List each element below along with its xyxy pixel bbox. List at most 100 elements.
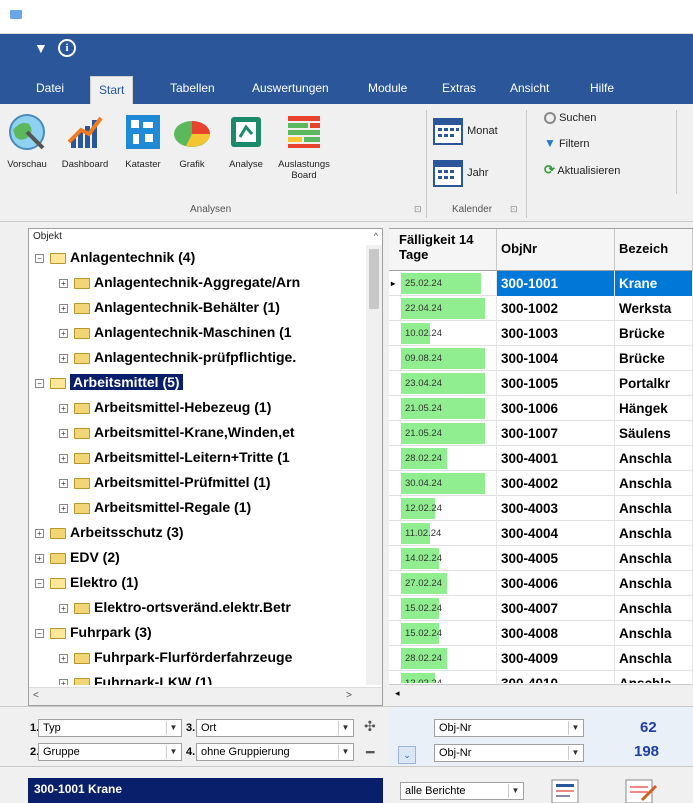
table-row[interactable]: ▸ 25.02.24 300-1001 Krane (389, 271, 693, 296)
remove-grouping-icon[interactable]: ━ (366, 744, 374, 761)
bezeichnung-cell[interactable]: Säulens (615, 421, 693, 446)
kataster-button[interactable]: Kataster (118, 112, 168, 170)
bezeichnung-cell[interactable]: Hängek (615, 396, 693, 421)
bezeichnung-cell[interactable]: Anschla (615, 596, 693, 621)
bezeichnung-cell[interactable]: Brücke (615, 321, 693, 346)
objnr-cell[interactable]: 300-4001 (497, 446, 615, 471)
collapse-icon[interactable]: − (35, 628, 44, 638)
bezeichnung-cell[interactable]: Anschla (615, 571, 693, 596)
tree-horizontal-scrollbar[interactable]: < > (29, 687, 382, 705)
bezeichnung-cell[interactable]: Brücke (615, 346, 693, 371)
objnr-cell[interactable]: 300-1003 (497, 321, 615, 346)
reports-select[interactable]: alle Berichte ▼ (400, 782, 524, 800)
table-row[interactable]: 21.05.24 300-1006 Hängek (389, 396, 693, 421)
info-icon[interactable]: i (58, 39, 76, 57)
tree-item[interactable]: − Fuhrpark (3) (29, 620, 152, 645)
objnr-cell[interactable]: 300-4009 (497, 646, 615, 671)
tab-ansicht[interactable]: Ansicht (502, 76, 557, 100)
group-1-select[interactable]: Typ ▼ (38, 719, 182, 737)
bezeichnung-cell[interactable]: Werksta (615, 296, 693, 321)
tab-extras[interactable]: Extras (434, 76, 484, 100)
table-row[interactable]: 12.02.24 300-4003 Anschla (389, 496, 693, 521)
objnr-cell[interactable]: 300-4004 (497, 521, 615, 546)
quick-access-menu-icon[interactable]: ▼ (34, 40, 48, 56)
chevron-down-icon[interactable]: ▼ (166, 745, 180, 759)
chevron-down-icon[interactable]: ▼ (508, 784, 522, 798)
expand-icon[interactable]: + (35, 553, 44, 563)
chevron-down-icon[interactable]: ▼ (338, 721, 352, 735)
chevron-down-icon[interactable]: ▼ (338, 745, 352, 759)
expand-icon[interactable]: + (59, 428, 68, 438)
tab-start[interactable]: Start (90, 76, 134, 104)
expand-icon[interactable]: + (59, 478, 68, 488)
objnr-cell[interactable]: 300-1007 (497, 421, 615, 446)
analysen-dialog-launcher-icon[interactable]: ⊡ (414, 204, 422, 215)
tree-item[interactable]: + EDV (2) (29, 545, 120, 570)
table-row[interactable]: 28.02.24 300-4001 Anschla (389, 446, 693, 471)
column-header-bezeichnung[interactable]: Bezeich (615, 229, 693, 271)
tree-item[interactable]: + Anlagentechnik-Aggregate/Arn (29, 270, 300, 295)
bezeichnung-cell[interactable]: Portalkr (615, 371, 693, 396)
tab-auswertungen[interactable]: Auswertungen (244, 76, 337, 100)
objnr-cell[interactable]: 300-4006 (497, 571, 615, 596)
grafik-button[interactable]: Grafik (168, 112, 216, 170)
table-row[interactable]: 11.02.24 300-4004 Anschla (389, 521, 693, 546)
expand-summary-icon[interactable]: ⌄ (398, 746, 416, 764)
expand-icon[interactable]: + (59, 678, 68, 685)
table-row[interactable]: 28.02.24 300-4009 Anschla (389, 646, 693, 671)
tree-item[interactable]: + Elektro-ortsveränd.elektr.Betr (29, 595, 291, 620)
objnr-cell[interactable]: 300-1001 (497, 271, 615, 296)
expand-icon[interactable]: + (59, 653, 68, 663)
expand-icon[interactable]: + (59, 353, 68, 363)
bezeichnung-cell[interactable]: Anschla (615, 621, 693, 646)
bezeichnung-cell[interactable]: Anschla (615, 521, 693, 546)
bezeichnung-cell[interactable]: Anschla (615, 446, 693, 471)
table-row[interactable]: 21.05.24 300-1007 Säulens (389, 421, 693, 446)
table-row[interactable]: 14.02.24 300-4005 Anschla (389, 546, 693, 571)
tab-hilfe[interactable]: Hilfe (582, 76, 622, 100)
tree-item[interactable]: + Anlagentechnik-prüfpflichtige. (29, 345, 296, 370)
expand-icon[interactable]: + (35, 528, 44, 538)
grid-scroll-left-icon[interactable]: ◂ (395, 688, 400, 699)
tree-item[interactable]: − Elektro (1) (29, 570, 138, 595)
collapse-icon[interactable]: − (35, 378, 44, 388)
suchen-button[interactable]: Suchen (544, 112, 596, 125)
table-row[interactable]: 12.02.24 300-4010Anschla (389, 671, 693, 683)
tree-item[interactable]: + Anlagentechnik-Maschinen (1 (29, 320, 292, 345)
expand-icon[interactable]: + (59, 503, 68, 513)
objnr-cell[interactable]: 300-4007 (497, 596, 615, 621)
filtern-button[interactable]: ▼ Filtern (544, 136, 590, 150)
tree-item[interactable]: + Fuhrpark-LKW (1) (29, 670, 212, 685)
table-row[interactable]: 30.04.24 300-4002 Anschla (389, 471, 693, 496)
expand-icon[interactable]: + (59, 603, 68, 613)
tab-datei[interactable]: Datei (28, 76, 72, 100)
bezeichnung-cell[interactable]: Anschla (615, 546, 693, 571)
table-row[interactable]: 23.04.24 300-1005 Portalkr (389, 371, 693, 396)
tree-item[interactable]: + Fuhrpark-Flurförderfahrzeuge (29, 645, 292, 670)
objnr-cell[interactable]: 300-4005 (497, 546, 615, 571)
tree-item[interactable]: + Anlagentechnik-Behälter (1) (29, 295, 280, 320)
kalender-dialog-launcher-icon[interactable]: ⊡ (510, 204, 518, 215)
objnr-cell[interactable]: 300-4008 (497, 621, 615, 646)
collapse-icon[interactable]: − (35, 578, 44, 588)
table-row[interactable]: 22.04.24 300-1002 Werksta (389, 296, 693, 321)
tree-vertical-scrollbar[interactable] (366, 245, 382, 685)
dashboard-button[interactable]: Dashboard (54, 112, 116, 170)
column-header-objnr[interactable]: ObjNr (497, 229, 615, 271)
objnr-cell[interactable]: 300-1002 (497, 296, 615, 321)
bezeichnung-cell[interactable]: Anschla (615, 471, 693, 496)
objnr-cell[interactable]: 300-1004 (497, 346, 615, 371)
expand-icon[interactable]: + (59, 403, 68, 413)
expand-icon[interactable]: + (59, 453, 68, 463)
expand-icon[interactable]: + (59, 328, 68, 338)
jahr-button[interactable]: Jahr (432, 158, 488, 188)
tree-scroll-thumb[interactable] (369, 249, 379, 309)
group-3-select[interactable]: Ort ▼ (196, 719, 354, 737)
tree-item[interactable]: + Arbeitsmittel-Hebezeug (1) (29, 395, 271, 420)
summary-field-2-select[interactable]: Obj-Nr ▼ (434, 744, 584, 762)
chevron-down-icon[interactable]: ▼ (166, 721, 180, 735)
chevron-down-icon[interactable]: ▼ (568, 721, 582, 735)
analyse-button[interactable]: Analyse (218, 112, 274, 170)
collapse-icon[interactable]: − (35, 253, 44, 263)
auslastungs-board-button[interactable]: Auslastungs Board (276, 112, 332, 181)
